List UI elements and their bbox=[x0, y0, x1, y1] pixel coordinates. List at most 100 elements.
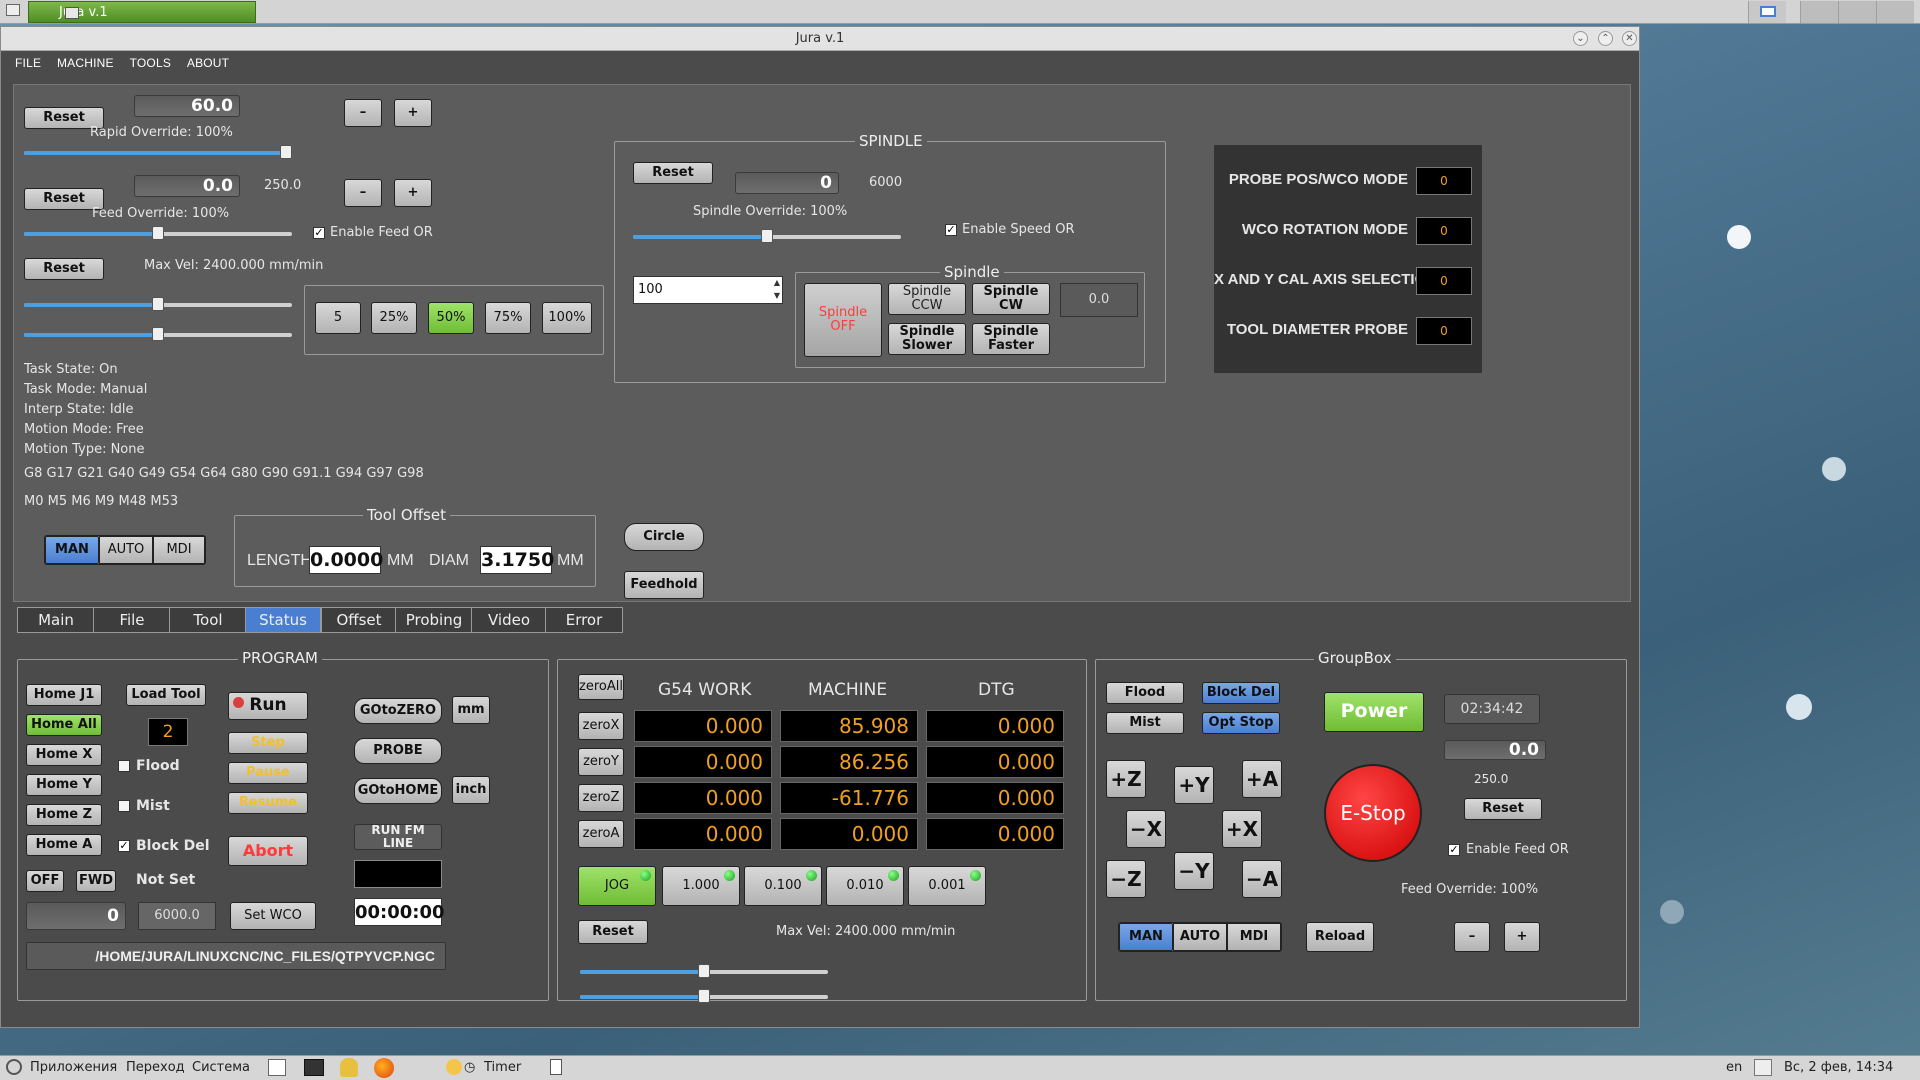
reload-button[interactable]: Reload bbox=[1306, 922, 1374, 952]
mode-mdi-button[interactable]: MDI bbox=[153, 536, 205, 564]
network-icon[interactable] bbox=[1754, 1059, 1772, 1076]
gb-mist-button[interactable]: Mist bbox=[1106, 712, 1184, 734]
zero-x-button[interactable]: zeroX bbox=[578, 712, 624, 740]
spindle-fwd-button[interactable]: FWD bbox=[76, 870, 116, 892]
spindle-slower-button[interactable]: Spindle Slower bbox=[888, 323, 966, 355]
gb-plus-button[interactable]: + bbox=[1504, 922, 1540, 952]
text-editor-icon[interactable] bbox=[268, 1059, 286, 1076]
dro-velocity-slider[interactable] bbox=[580, 964, 828, 978]
rapid-plus-button[interactable]: + bbox=[394, 99, 432, 127]
mode-auto-button[interactable]: AUTO bbox=[99, 536, 153, 564]
linux-penguin-icon[interactable] bbox=[340, 1058, 358, 1077]
increment-button-active[interactable]: 50% bbox=[428, 302, 474, 334]
increment-button[interactable]: 100% bbox=[542, 302, 592, 334]
feedhold-button[interactable]: Feedhold bbox=[624, 571, 704, 599]
workspace-button[interactable] bbox=[1800, 1, 1838, 23]
maxvel-reset-button[interactable]: Reset bbox=[24, 258, 104, 280]
menu-machine[interactable]: MACHINE bbox=[57, 56, 114, 70]
spindle-ccw-button[interactable]: Spindle CCW bbox=[888, 283, 966, 315]
timer-label[interactable]: Timer bbox=[484, 1060, 521, 1075]
jog-minus-y-button[interactable]: −Y bbox=[1174, 852, 1214, 890]
gb-opt-stop-button[interactable]: Opt Stop bbox=[1202, 712, 1280, 734]
rapid-minus-button[interactable]: – bbox=[344, 99, 382, 127]
menu-system[interactable]: Система bbox=[192, 1060, 250, 1075]
home-all-button[interactable]: Home All bbox=[26, 714, 102, 736]
gb-mode-man-button[interactable]: MAN bbox=[1119, 923, 1173, 951]
taskbar-window-button[interactable]: Jura v.1 bbox=[28, 1, 256, 23]
probe-row-value[interactable]: 0 bbox=[1416, 267, 1472, 295]
taskbar-clock[interactable]: Вс, 2 фев, 14:34 bbox=[1784, 1060, 1893, 1075]
tab-offset[interactable]: Offset bbox=[321, 607, 397, 633]
spin-arrows-icon[interactable]: ▲ ▼ bbox=[771, 276, 783, 304]
workspace-button[interactable] bbox=[1748, 1, 1786, 23]
spindle-override-slider[interactable] bbox=[633, 229, 901, 243]
goto-zero-button[interactable]: GOtoZERO bbox=[354, 698, 442, 724]
gb-flood-button[interactable]: Flood bbox=[1106, 682, 1184, 704]
increment-button[interactable]: 5 bbox=[315, 302, 361, 334]
zero-y-button[interactable]: zeroY bbox=[578, 748, 624, 776]
home-y-button[interactable]: Home Y bbox=[26, 774, 102, 796]
app-menu-icon[interactable] bbox=[6, 4, 20, 16]
feed-minus-button[interactable]: – bbox=[344, 179, 382, 207]
gb-reset-button[interactable]: Reset bbox=[1464, 798, 1542, 820]
jog-speed-slider[interactable] bbox=[24, 297, 292, 311]
probe-row-value[interactable]: 0 bbox=[1416, 167, 1472, 195]
gb-mode-auto-button[interactable]: AUTO bbox=[1173, 923, 1227, 951]
increment-button[interactable]: 75% bbox=[485, 302, 531, 334]
menu-tools[interactable]: TOOLS bbox=[130, 56, 171, 70]
close-icon[interactable]: ✕ bbox=[1622, 31, 1637, 46]
enable-speed-checkbox[interactable]: ✓ bbox=[945, 224, 957, 236]
menu-applications[interactable]: Приложения bbox=[30, 1060, 117, 1075]
set-wco-button[interactable]: Set WCO bbox=[230, 902, 316, 930]
jog-step-button[interactable]: 1.000 bbox=[662, 866, 740, 906]
load-tool-button[interactable]: Load Tool bbox=[126, 684, 206, 706]
spindle-reset-button[interactable]: Reset bbox=[633, 162, 713, 184]
mist-checkbox[interactable] bbox=[118, 800, 130, 812]
jog-minus-x-button[interactable]: −X bbox=[1126, 810, 1166, 848]
spindle-off-small-button[interactable]: OFF bbox=[26, 870, 64, 892]
flood-checkbox[interactable] bbox=[118, 760, 130, 772]
menu-file[interactable]: FILE bbox=[15, 56, 41, 70]
mm-button[interactable]: mm bbox=[452, 696, 490, 724]
step-button[interactable]: Step bbox=[228, 732, 308, 754]
workspace-button[interactable] bbox=[1838, 1, 1876, 23]
jog-minus-z-button[interactable]: −Z bbox=[1106, 860, 1146, 898]
tab-main[interactable]: Main bbox=[17, 607, 95, 633]
jog-angular-slider[interactable] bbox=[24, 327, 292, 341]
spindle-cw-button[interactable]: Spindle CW bbox=[972, 283, 1050, 315]
zero-z-button[interactable]: zeroZ bbox=[578, 784, 624, 812]
run-from-line-input[interactable] bbox=[354, 860, 442, 888]
goto-home-button[interactable]: GOtoHOME bbox=[354, 778, 442, 804]
tab-tool[interactable]: Tool bbox=[169, 607, 247, 633]
tab-error[interactable]: Error bbox=[545, 607, 623, 633]
increment-button[interactable]: 25% bbox=[371, 302, 417, 334]
spindle-off-button[interactable]: Spindle OFF bbox=[804, 283, 882, 357]
rapid-override-slider[interactable] bbox=[24, 145, 292, 159]
circle-button[interactable]: Circle bbox=[624, 523, 704, 551]
gb-enable-feed-checkbox[interactable]: ✓ bbox=[1448, 844, 1460, 856]
abort-button[interactable]: Abort bbox=[228, 836, 308, 866]
tab-video[interactable]: Video bbox=[471, 607, 547, 633]
inch-button[interactable]: inch bbox=[452, 776, 490, 804]
home-a-button[interactable]: Home A bbox=[26, 834, 102, 856]
enable-feed-checkbox[interactable]: ✓ bbox=[313, 227, 325, 239]
probe-row-value[interactable]: 0 bbox=[1416, 317, 1472, 345]
pause-button[interactable]: Pause bbox=[228, 762, 308, 784]
maximize-icon[interactable]: ⌃ bbox=[1598, 31, 1613, 46]
home-j1-button[interactable]: Home J1 bbox=[26, 684, 102, 706]
spindle-faster-button[interactable]: Spindle Faster bbox=[972, 323, 1050, 355]
jog-step-button[interactable]: 0.001 bbox=[908, 866, 986, 906]
block-del-checkbox[interactable]: ✓ bbox=[118, 840, 130, 852]
keyboard-layout[interactable]: en bbox=[1726, 1060, 1742, 1075]
run-from-line-button[interactable]: RUN FM LINE bbox=[354, 824, 442, 850]
estop-button[interactable]: E-Stop bbox=[1324, 764, 1422, 862]
jog-minus-a-button[interactable]: −A bbox=[1242, 860, 1282, 898]
firefox-icon[interactable] bbox=[374, 1058, 394, 1078]
mode-man-button[interactable]: MAN bbox=[45, 536, 99, 564]
jog-button[interactable]: JOG bbox=[578, 866, 656, 906]
feed-override-slider[interactable] bbox=[24, 226, 292, 240]
jog-plus-y-button[interactable]: +Y bbox=[1174, 766, 1214, 804]
gb-mode-mdi-button[interactable]: MDI bbox=[1227, 923, 1281, 951]
probe-row-value[interactable]: 0 bbox=[1416, 217, 1472, 245]
jog-plus-x-button[interactable]: +X bbox=[1222, 810, 1262, 848]
